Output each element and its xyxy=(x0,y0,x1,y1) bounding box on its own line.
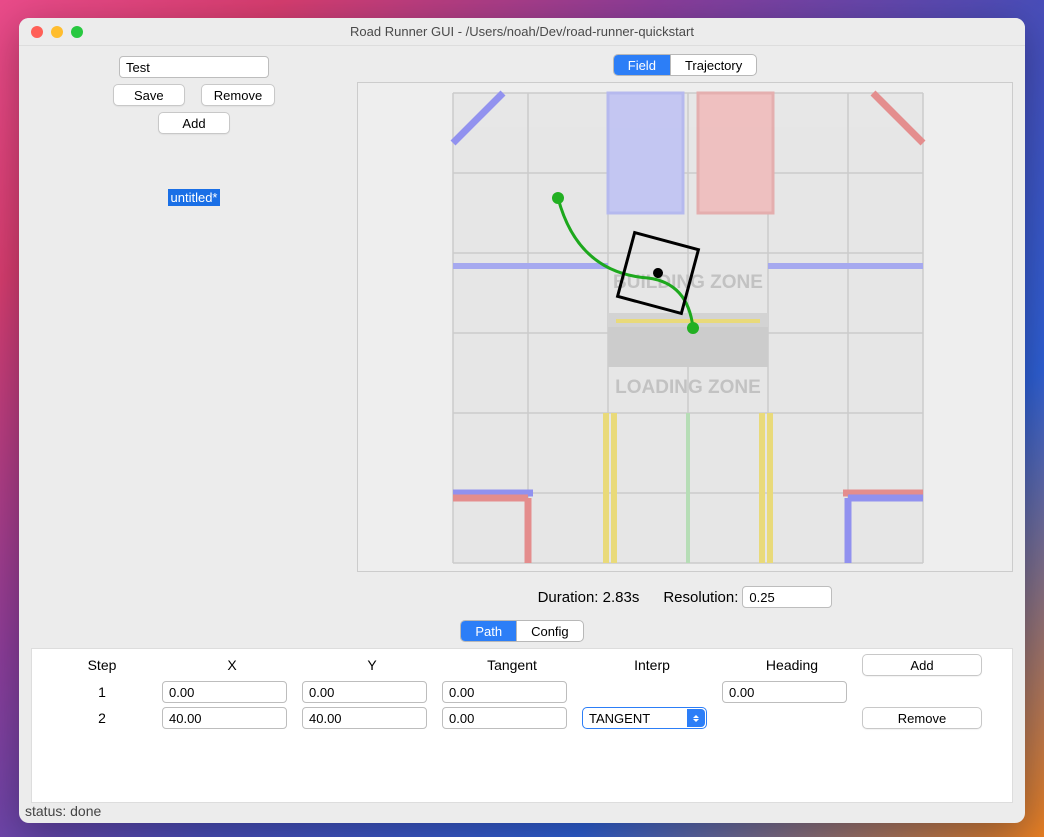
interp-select[interactable]: TANGENT xyxy=(582,707,707,729)
tab-config[interactable]: Config xyxy=(516,621,583,641)
col-heading: Heading xyxy=(722,653,862,677)
tab-path[interactable]: Path xyxy=(461,621,516,641)
maximize-icon[interactable] xyxy=(71,26,83,38)
close-icon[interactable] xyxy=(31,26,43,38)
top-section: Save Remove Add untitled* Field Trajecto… xyxy=(19,46,1025,612)
y-input[interactable] xyxy=(302,681,427,703)
table-row-step: 1 xyxy=(42,684,162,700)
add-trajectory-button[interactable]: Add xyxy=(158,112,230,134)
chevron-updown-icon xyxy=(687,709,705,727)
tangent-input[interactable] xyxy=(442,707,567,729)
col-tangent: Tangent xyxy=(442,653,582,677)
minimize-icon[interactable] xyxy=(51,26,63,38)
left-panel: Save Remove Add untitled* xyxy=(31,54,357,608)
tab-trajectory[interactable]: Trajectory xyxy=(670,55,756,75)
remove-trajectory-button[interactable]: Remove xyxy=(201,84,275,106)
col-y: Y xyxy=(302,653,442,677)
app-window: Road Runner GUI - /Users/noah/Dev/road-r… xyxy=(19,18,1025,823)
status-bar: status: done xyxy=(19,799,1025,823)
x-input[interactable] xyxy=(162,681,287,703)
duration-label: Duration: xyxy=(538,589,599,606)
resolution-label: Resolution: xyxy=(663,589,738,606)
window-title: Road Runner GUI - /Users/noah/Dev/road-r… xyxy=(19,24,1025,39)
trajectory-name-input[interactable] xyxy=(119,56,269,78)
resolution-input[interactable] xyxy=(742,586,832,608)
file-label[interactable]: untitled* xyxy=(168,189,221,206)
duration-value: 2.83s xyxy=(603,589,640,606)
col-x: X xyxy=(162,653,302,677)
save-button[interactable]: Save xyxy=(113,84,185,106)
tab-field[interactable]: Field xyxy=(614,55,670,75)
col-interp: Interp xyxy=(582,653,722,677)
tangent-input[interactable] xyxy=(442,681,567,703)
x-input[interactable] xyxy=(162,707,287,729)
remove-step-button[interactable]: Remove xyxy=(862,707,982,729)
step-table: Step X Y Tangent Interp Heading Add 1 2 … xyxy=(31,648,1013,803)
titlebar: Road Runner GUI - /Users/noah/Dev/road-r… xyxy=(19,18,1025,46)
interp-value: TANGENT xyxy=(589,711,650,726)
y-input[interactable] xyxy=(302,707,427,729)
bottom-tabs: Path Config xyxy=(460,620,583,642)
heading-input[interactable] xyxy=(722,681,847,703)
add-step-button[interactable]: Add xyxy=(862,654,982,676)
table-row-step: 2 xyxy=(42,710,162,726)
svg-text:LOADING ZONE: LOADING ZONE xyxy=(615,377,761,398)
field-view[interactable]: BUILDING ZONE LOADING ZONE xyxy=(357,82,1013,572)
duration-row: Duration: 2.83s Resolution: xyxy=(538,586,833,608)
right-panel: Field Trajectory xyxy=(357,54,1013,608)
window-controls xyxy=(31,26,83,38)
col-step: Step xyxy=(42,653,162,677)
view-tabs: Field Trajectory xyxy=(613,54,758,76)
